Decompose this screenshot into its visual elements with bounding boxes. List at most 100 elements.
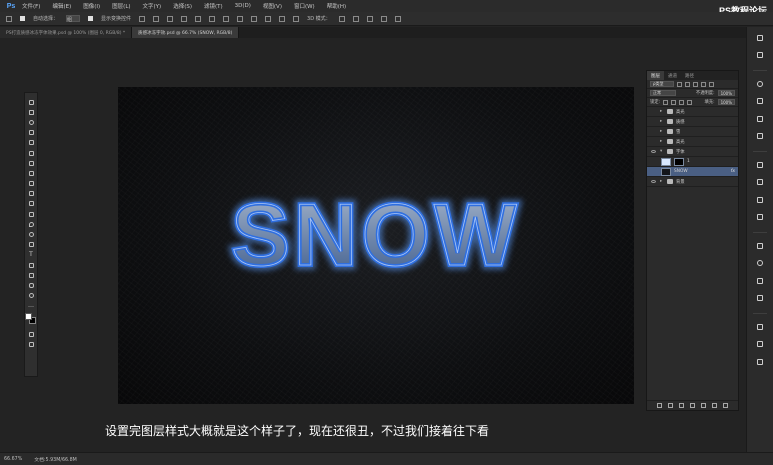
layer-row[interactable]: ▸ 高光 [647,107,738,117]
filter-smart-icon[interactable] [709,81,714,87]
add-style-icon[interactable] [668,403,673,408]
visibility-eye-icon[interactable] [649,178,657,185]
distribute-center-icon[interactable] [279,15,286,22]
lock-pixels-icon[interactable] [671,99,677,105]
color-panel-icon[interactable] [756,79,765,88]
distribute-left-icon[interactable] [265,15,272,22]
distribute-top-icon[interactable] [223,15,230,22]
3d-pan-icon[interactable] [366,15,373,22]
color-swatches[interactable] [25,312,37,325]
layer-row[interactable]: ▸ 雪 [647,127,738,137]
filter-pixel-icon[interactable] [677,81,682,87]
brush-tool-icon[interactable] [27,168,35,178]
visibility-eye-icon[interactable] [649,138,657,145]
eyedropper-tool-icon[interactable] [27,148,35,158]
foreground-color-swatch[interactable] [25,312,32,320]
info-panel-icon[interactable] [756,276,765,285]
clone-stamp-tool-icon[interactable] [27,179,35,189]
path-select-tool-icon[interactable] [27,260,35,270]
menu-edit[interactable]: 编辑(E) [52,2,71,10]
type-tool-icon[interactable]: T [27,250,35,260]
3d-roll-icon[interactable] [352,15,359,22]
expand-caret-icon[interactable]: ▾ [660,149,664,154]
align-bottom-icon[interactable] [167,15,174,22]
visibility-eye-icon[interactable] [649,128,657,135]
blend-mode-dropdown[interactable]: 正常 [650,90,676,96]
clone-source-panel-icon[interactable] [756,213,765,222]
expand-caret-icon[interactable]: ▸ [660,109,664,114]
layer-row[interactable]: ▸ 背景 [647,177,738,187]
lock-transparent-icon[interactable] [663,99,669,105]
visibility-eye-icon[interactable] [649,118,657,125]
brush-panel-icon[interactable] [756,195,765,204]
new-layer-icon[interactable] [712,403,717,408]
opacity-input[interactable]: 100% [717,90,735,96]
expand-caret-icon[interactable]: ▸ [660,129,664,134]
layer-row[interactable]: ▾ 字体 [647,147,738,157]
menu-view[interactable]: 视图(V) [263,2,282,10]
zoom-tool-icon[interactable] [27,291,35,301]
link-layers-icon[interactable] [657,403,662,408]
gradient-tool-icon[interactable] [27,209,35,219]
menu-select[interactable]: 选择(S) [173,2,192,10]
new-adjustment-icon[interactable] [690,403,695,408]
align-middle-icon[interactable] [153,15,160,22]
layer-row[interactable]: 1 [647,157,738,167]
align-right-icon[interactable] [209,15,216,22]
history-panel-icon[interactable] [756,33,765,42]
filter-type-icon[interactable] [693,81,698,87]
lock-all-icon[interactable] [687,99,693,105]
document-canvas[interactable]: SNOW SNOW SNOW [118,87,634,404]
eraser-tool-icon[interactable] [27,199,35,209]
expand-caret-icon[interactable]: ▸ [660,179,664,184]
tab-document-1[interactable]: PS打造质感冰冻字体效果.psd @ 100% (图层 0, RGB/8) * [0,27,133,38]
align-left-icon[interactable] [181,15,188,22]
layer-row[interactable]: ▸ 质感 [647,117,738,127]
layer-row-selected[interactable]: SNOW fx [647,167,738,177]
rectangle-tool-icon[interactable] [27,270,35,280]
dodge-tool-icon[interactable] [27,229,35,239]
adjustments-panel-icon[interactable] [756,114,765,123]
delete-layer-icon[interactable] [723,403,728,408]
actions-panel-icon[interactable] [756,259,765,268]
paths-panel-icon[interactable] [756,357,765,366]
3d-slide-icon[interactable] [380,15,387,22]
paragraph-panel-icon[interactable] [756,178,765,187]
healing-brush-tool-icon[interactable] [27,158,35,168]
expand-caret-icon[interactable]: ▸ [660,119,664,124]
menu-filter[interactable]: 滤镜(T) [204,2,223,10]
menu-layer[interactable]: 图层(L) [112,2,130,10]
styles-panel-icon[interactable] [756,132,765,141]
hand-tool-icon[interactable] [27,280,35,290]
menu-file[interactable]: 文件(F) [22,2,40,10]
menu-help[interactable]: 帮助(H) [327,2,346,10]
distribute-middle-icon[interactable] [237,15,244,22]
tab-layers[interactable]: 图层 [647,71,664,80]
layer-effects-badge[interactable]: fx [731,169,735,174]
menu-type[interactable]: 文字(Y) [143,2,162,10]
blur-tool-icon[interactable] [27,219,35,229]
pen-tool-icon[interactable] [27,240,35,250]
transform-controls-checkbox[interactable] [88,16,94,21]
lock-position-icon[interactable] [679,99,685,105]
visibility-eye-icon[interactable] [649,108,657,115]
more-tools-icon[interactable]: … [27,301,35,311]
add-mask-icon[interactable] [679,403,684,408]
3d-scale-icon[interactable] [394,15,401,22]
align-center-icon[interactable] [195,15,202,22]
layer-row[interactable]: ▸ 高光 [647,137,738,147]
auto-select-dropdown[interactable]: 组 [66,15,81,23]
swatches-panel-icon[interactable] [756,97,765,106]
visibility-eye-icon[interactable] [649,148,657,155]
channels-panel-icon[interactable] [756,340,765,349]
screen-mode-icon[interactable] [27,339,35,349]
quick-mask-icon[interactable] [27,329,35,339]
marquee-tool-icon[interactable] [27,107,35,117]
properties-panel-icon[interactable] [756,51,765,60]
lasso-tool-icon[interactable] [27,117,35,127]
new-group-icon[interactable] [701,403,706,408]
tab-paths[interactable]: 路径 [681,71,698,80]
layers-panel-icon[interactable] [756,322,765,331]
3d-panel-icon[interactable] [756,241,765,250]
filter-adjustment-icon[interactable] [685,81,690,87]
